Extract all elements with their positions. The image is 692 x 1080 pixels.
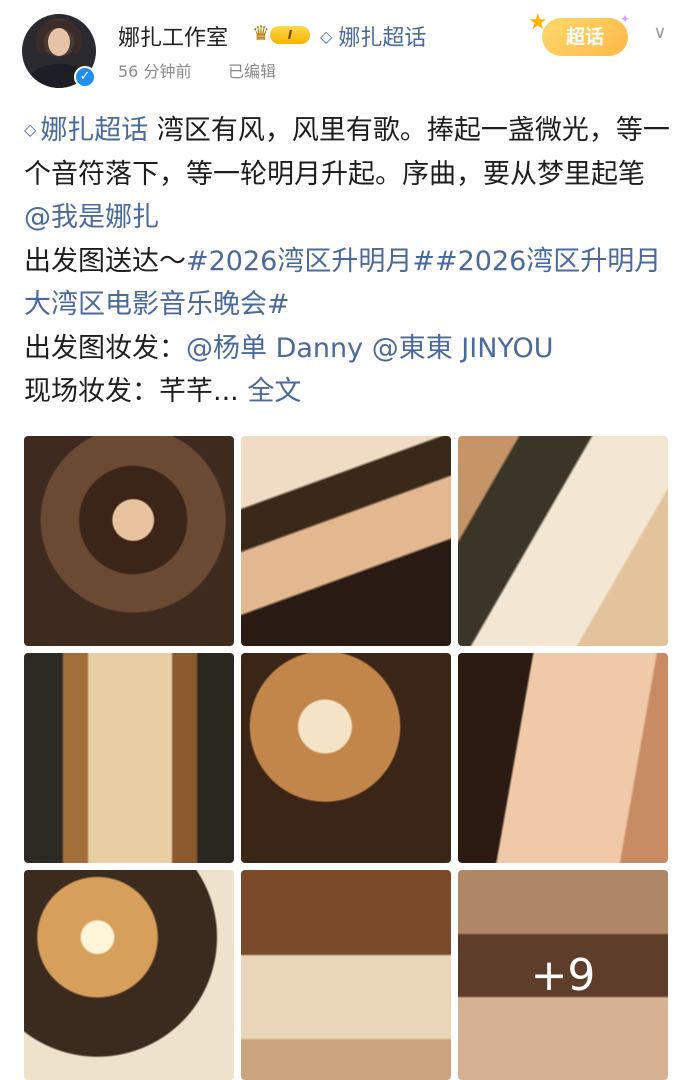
supertopic-badge-label: 超话	[542, 18, 628, 56]
edited-label: 已编辑	[228, 62, 277, 81]
post-text: ◇ 娜扎超话 湾区有风，风里有歌。捧起一盏微光，等一个音符落下，等一轮明月升起。序…	[24, 108, 674, 414]
post-text-segment: 出发图送达～	[24, 245, 186, 277]
topic-tag[interactable]: ◇ 娜扎超话	[24, 115, 148, 146]
mention-link[interactable]: @東東 JINYOU	[372, 333, 554, 364]
supertopic-link-label: 娜扎超话	[338, 26, 427, 51]
photo-thumbnail[interactable]	[241, 653, 451, 863]
photo-thumbnail[interactable]	[458, 436, 668, 646]
member-level-badge[interactable]: ♛ I	[252, 22, 310, 46]
mention-link[interactable]: @我是娜扎	[24, 202, 159, 233]
author-name[interactable]: 娜扎工作室	[118, 20, 228, 52]
post-time: 56 分钟前	[118, 62, 192, 81]
diamond-icon: ◇	[24, 120, 37, 139]
level-label: I	[270, 26, 310, 44]
more-photos-count: +9	[530, 949, 596, 1001]
diamond-icon: ◇	[320, 27, 333, 46]
photo-thumbnail[interactable]	[24, 870, 234, 1080]
post-text-segment: 出发图妆发：	[24, 332, 186, 364]
supertopic-link[interactable]: ◇ 娜扎超话	[320, 20, 426, 52]
post-text-segment: 现场妆发：芊芊...	[24, 376, 239, 407]
chevron-down-icon[interactable]: ∨	[648, 22, 672, 46]
hashtag-link[interactable]: #2026湾区升明月#	[186, 246, 435, 277]
mention-link[interactable]: @杨单 Danny	[186, 333, 363, 364]
photo-thumbnail-more[interactable]: +9	[458, 870, 668, 1080]
topic-tag-label: 娜扎超话	[40, 115, 149, 146]
photo-thumbnail[interactable]	[458, 653, 668, 863]
avatar-face	[48, 28, 70, 56]
full-text-link[interactable]: 全文	[247, 376, 301, 407]
verified-icon: ✓	[74, 66, 96, 88]
photo-thumbnail[interactable]	[24, 436, 234, 646]
photo-thumbnail[interactable]	[24, 653, 234, 863]
photo-thumbnail[interactable]	[241, 870, 451, 1080]
image-grid: +9	[24, 436, 669, 1080]
post-header: ✓ 娜扎工作室 ♛ I ◇ 娜扎超话 56 分钟前 已编辑 ★ ✦ 超话 ∨	[0, 0, 692, 100]
supertopic-badge[interactable]: ★ ✦ 超话	[528, 10, 632, 60]
photo-thumbnail[interactable]	[241, 436, 451, 646]
